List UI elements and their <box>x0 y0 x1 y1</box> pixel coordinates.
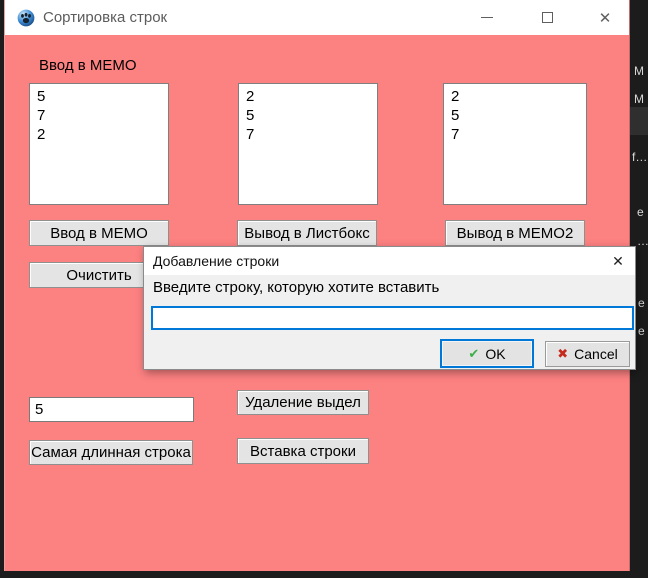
desktop-text-fragment: e <box>637 205 644 219</box>
cancel-button-label: Cancel <box>574 346 618 362</box>
screen: М М f… e … e e Сортировка строк ✕ Ввод в… <box>0 0 648 578</box>
memo-input-label: Ввод в MEMO <box>39 57 137 74</box>
minimize-icon <box>481 17 493 18</box>
desktop-text-fragment: e <box>638 296 645 310</box>
longest-line-field[interactable] <box>29 397 194 422</box>
dialog-close-button[interactable]: ✕ <box>601 247 635 275</box>
listbox-output[interactable]: 2 5 7 <box>238 83 378 205</box>
dialog-title-bar[interactable]: Добавление строки ✕ <box>144 247 635 275</box>
desktop-text-fragment: … <box>637 234 648 248</box>
delete-selected-button[interactable]: Удаление выдел <box>237 390 369 415</box>
longest-line-button[interactable]: Самая длинная строка <box>29 440 193 465</box>
minimize-button[interactable] <box>467 0 507 35</box>
desktop-text-fragment: М <box>634 64 644 78</box>
maximize-button[interactable] <box>527 0 567 35</box>
desktop-text-fragment: e <box>638 324 645 338</box>
desktop-text-fragment: М <box>634 92 644 106</box>
memo2-output[interactable]: 2 5 7 <box>443 83 587 205</box>
close-icon: ✕ <box>598 9 612 27</box>
dialog-text-input[interactable] <box>151 306 634 330</box>
check-icon: ✔ <box>468 345 480 361</box>
ok-button[interactable]: ✔ OK <box>440 339 534 368</box>
memo-input[interactable]: 5 7 2 <box>29 83 169 205</box>
title-bar[interactable]: Сортировка строк ✕ <box>5 0 629 35</box>
desktop-text-fragment: f… <box>632 150 648 164</box>
background-selected-row <box>630 107 648 135</box>
output-listbox-button[interactable]: Вывод в Листбокс <box>237 220 377 246</box>
maximize-icon <box>541 12 553 23</box>
x-icon: ✖ <box>557 346 569 361</box>
cancel-button[interactable]: ✖ Cancel <box>545 341 630 367</box>
output-memo2-button[interactable]: Вывод в MEMO2 <box>445 220 585 246</box>
window-title: Сортировка строк <box>43 9 168 26</box>
close-button[interactable]: ✕ <box>585 0 625 35</box>
ok-button-label: OK <box>485 345 506 362</box>
add-line-dialog: Добавление строки ✕ Введите строку, кото… <box>143 246 636 370</box>
close-icon: ✕ <box>612 252 624 269</box>
paw-app-icon <box>17 9 35 26</box>
input-memo-button[interactable]: Ввод в MEMO <box>29 220 169 246</box>
insert-line-button[interactable]: Вставка строки <box>237 438 369 464</box>
dialog-title: Добавление строки <box>153 253 280 269</box>
dialog-prompt-label: Введите строку, которую хотите вставить <box>153 279 440 296</box>
